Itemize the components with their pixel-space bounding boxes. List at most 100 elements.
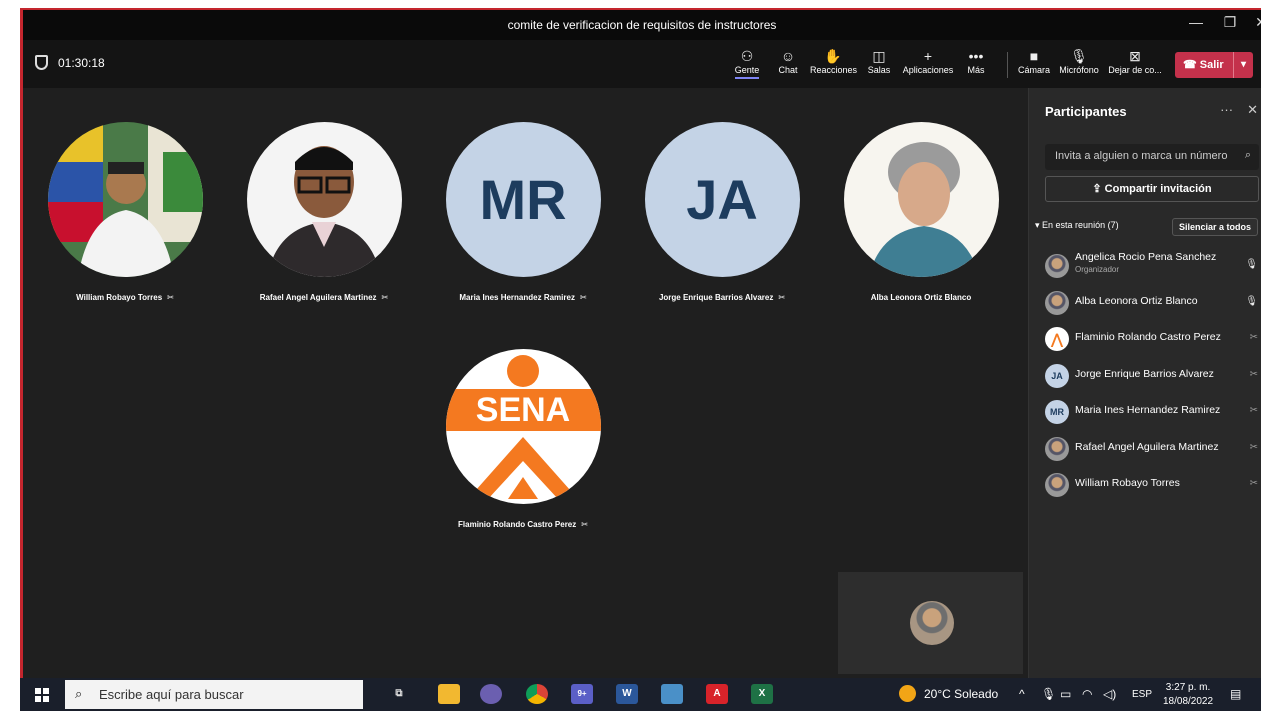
more-button[interactable]: ••• Más [963, 47, 989, 75]
avatar [1045, 290, 1069, 315]
mic-off-icon: ✂ [581, 520, 588, 529]
camera-button[interactable]: ■ Cámara [1017, 47, 1051, 75]
avatar: ⋀ [1045, 327, 1069, 351]
photos-icon[interactable] [661, 684, 683, 704]
microphone-button[interactable]: 🎙 Micrófono [1055, 47, 1103, 75]
more-icon: ••• [968, 48, 984, 64]
participant-avatar: MR [445, 122, 601, 277]
mic-tray-icon[interactable]: 🎙 [1041, 687, 1056, 701]
clock[interactable]: 3:27 p. m. 18/08/2022 [1163, 681, 1213, 709]
meeting-section-header[interactable]: ▾ En esta reunión (7) [1035, 220, 1119, 231]
chat-icon: ☺ [780, 48, 796, 64]
mic-off-icon: ✂ [579, 293, 587, 302]
list-item[interactable]: Angelica Rocio Pena Sanchez Organizador 🎙 [1029, 248, 1261, 285]
participant-tile[interactable]: MR Maria Ines Hernandez Ramirez ✂ [428, 122, 618, 302]
participant-tile[interactable]: Alba Leonora Ortiz Blanco [826, 122, 1016, 302]
taskbar-search-input[interactable]: ⌕ Escribe aquí para buscar [65, 680, 363, 709]
video-stage: William Robayo Torres ✂ Rafael Angel Agui… [23, 88, 1028, 678]
self-avatar [910, 601, 954, 645]
teams-meeting-window: comite de verificacion de requisitos de … [20, 8, 1261, 678]
timer-label: 01:30:18 [58, 55, 105, 70]
leave-button[interactable]: ☎ Salir ▾ [1175, 52, 1253, 78]
close-icon[interactable]: ✕ [1247, 102, 1258, 118]
screen: comite de verificacion de requisitos de … [0, 0, 1261, 711]
wifi-icon[interactable]: ◠ [1082, 687, 1092, 701]
close-button[interactable]: ✕ [1247, 14, 1261, 31]
windows-start-icon[interactable] [35, 688, 49, 702]
participant-name: Jorge Enrique Barrios Alvarez ✂ [658, 293, 786, 302]
file-explorer-icon[interactable] [438, 684, 460, 704]
more-options-icon[interactable]: ··· [1220, 102, 1233, 118]
mic-off-icon: ✂ [1249, 405, 1258, 416]
volume-icon[interactable]: ◁) [1103, 687, 1116, 701]
meeting-timer: 01:30:18 [35, 55, 105, 70]
apps-button[interactable]: + Aplicaciones [902, 47, 954, 75]
mic-off-icon: ✂ [1249, 478, 1258, 489]
list-item[interactable]: Rafael Angel Aguilera Martinez ✂ [1029, 431, 1261, 468]
meeting-toolbar: 01:30:18 ⚇ Gente ☺ Chat ✋ Reacciones ◫ S… [23, 40, 1261, 88]
search-icon: ⌕ [75, 686, 83, 701]
chat-button[interactable]: ☺ Chat [775, 47, 801, 75]
alba-photo [843, 122, 999, 277]
share-icon: ⇪ [1092, 183, 1105, 195]
participant-avatar [843, 122, 999, 277]
acrobat-icon[interactable]: A [706, 684, 728, 704]
maximize-button[interactable]: ❐ [1216, 14, 1244, 31]
list-item[interactable]: Alba Leonora Ortiz Blanco 🎙 [1029, 285, 1261, 322]
task-view-icon[interactable]: ⧉ [388, 684, 410, 704]
people-button[interactable]: ⚇ Gente [732, 47, 762, 79]
weather-sun-icon [899, 685, 916, 702]
mic-off-icon: ✂ [778, 293, 786, 302]
shield-icon [35, 55, 48, 70]
word-icon[interactable]: W [616, 684, 638, 704]
participant-tile[interactable]: SENA Flaminio Rolando Castro Perez ✂ [428, 349, 618, 529]
mic-off-icon: ✂ [1249, 441, 1258, 453]
search-icon: ⌕ [1244, 149, 1251, 161]
participant-tile[interactable]: JA Jorge Enrique Barrios Alvarez ✂ [627, 122, 817, 302]
mic-icon: 🎙 [1245, 259, 1258, 270]
william-photo [47, 122, 203, 277]
paint-icon[interactable] [480, 684, 502, 704]
participant-name: Rafael Angel Aguilera Martinez ✂ [259, 293, 389, 302]
participant-avatar: SENA [445, 349, 601, 504]
self-view-tile[interactable] [838, 572, 1023, 674]
chevron-down-icon[interactable]: ▾ [1233, 52, 1253, 78]
avatar: MR [1045, 400, 1069, 424]
chrome-icon[interactable] [526, 684, 548, 704]
avatar [1045, 473, 1069, 497]
participant-tile[interactable]: William Robayo Torres ✂ [30, 122, 220, 302]
minimize-button[interactable]: — [1182, 14, 1210, 30]
rooms-button[interactable]: ◫ Salas [865, 47, 893, 75]
share-invitation-button[interactable]: ⇪ Compartir invitación [1045, 176, 1259, 202]
list-item[interactable]: ⋀ Flaminio Rolando Castro Perez ✂ [1029, 321, 1261, 358]
participant-tile[interactable]: Rafael Angel Aguilera Martinez ✂ [229, 122, 419, 302]
list-item[interactable]: JA Jorge Enrique Barrios Alvarez ✂ [1029, 358, 1261, 395]
participant-name: Flaminio Rolando Castro Perez ✂ [458, 520, 588, 529]
excel-icon[interactable]: X [751, 684, 773, 704]
chevron-down-icon: ▾ [1035, 220, 1043, 230]
list-item[interactable]: MR Maria Ines Hernandez Ramirez ✂ [1029, 394, 1261, 431]
mic-off-icon: ✂ [381, 293, 389, 302]
participant-name: Maria Ines Hernandez Ramirez ✂ [459, 293, 587, 302]
weather-label[interactable]: 20°C Soleado [924, 687, 998, 701]
teams-icon[interactable]: 9+ [571, 684, 593, 704]
windows-taskbar: ⌕ Escribe aquí para buscar ⧉ 9+ W A X 20… [20, 678, 1261, 711]
svg-text:SENA: SENA [475, 391, 569, 429]
invite-search-input[interactable]: Invita a alguien o marca un número ⌕ [1045, 144, 1259, 170]
list-item[interactable]: William Robayo Torres ✂ [1029, 467, 1261, 504]
stop-sharing-button[interactable]: ⊠ Dejar de co... [1107, 47, 1163, 75]
participant-avatar: JA [644, 122, 800, 277]
reactions-button[interactable]: ✋ Reacciones [810, 47, 857, 75]
plus-icon: + [923, 48, 933, 64]
battery-icon[interactable]: ▭ [1060, 687, 1071, 701]
chevron-up-icon[interactable]: ^ [1019, 687, 1025, 701]
mute-all-button[interactable]: Silenciar a todos [1172, 218, 1258, 236]
rafael-photo [246, 122, 402, 277]
mic-off-icon: ✂ [167, 293, 174, 302]
language-indicator[interactable]: ESP [1132, 689, 1152, 700]
avatar: JA [1045, 363, 1069, 388]
participant-avatar [246, 122, 402, 277]
people-icon: ⚇ [740, 48, 754, 64]
panel-title: Participantes [1045, 104, 1127, 119]
notifications-icon[interactable]: ▤ [1230, 687, 1241, 701]
